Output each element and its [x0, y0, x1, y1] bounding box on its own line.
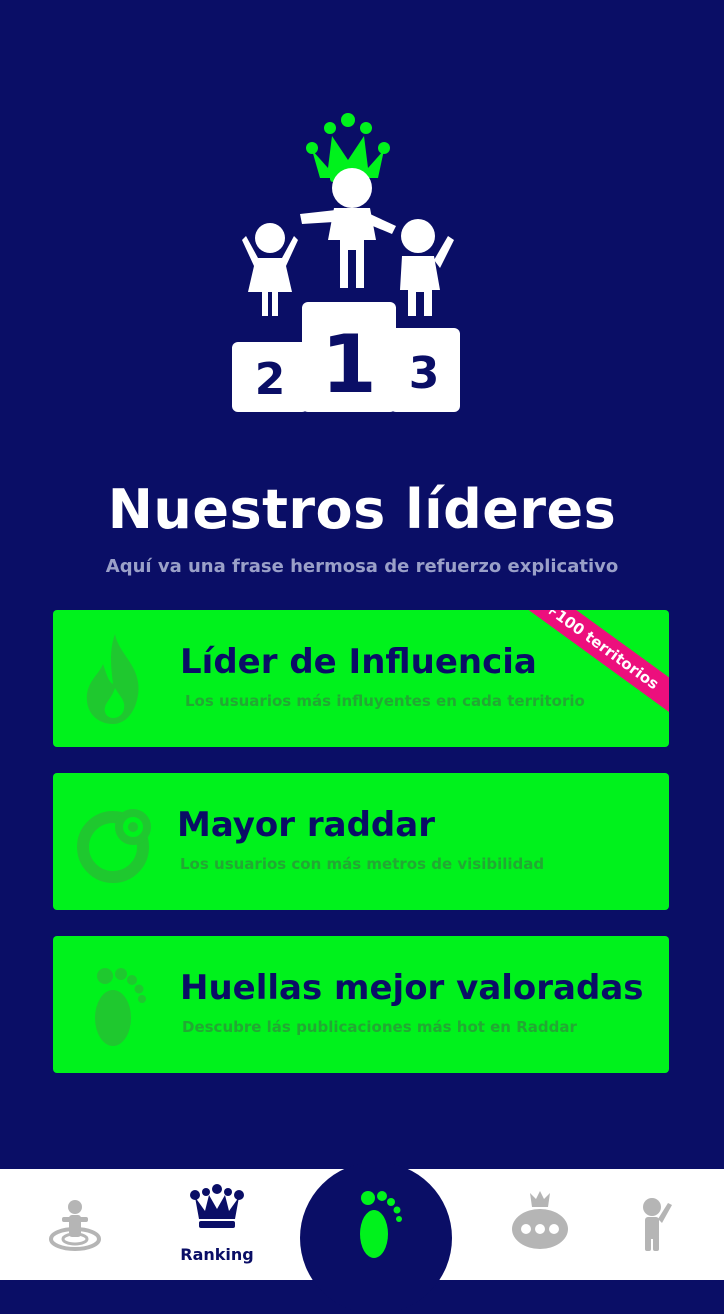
- third-place-figure: [400, 219, 454, 316]
- page-title: Nuestros líderes: [107, 478, 617, 541]
- card-title: Líder de Influencia: [180, 642, 537, 682]
- center-footprint-button[interactable]: [300, 1162, 452, 1314]
- footprint-icon: [360, 1191, 402, 1258]
- podium-number-2: 2: [255, 354, 286, 405]
- person-waving-icon: [643, 1198, 672, 1251]
- footprint-icon: [95, 968, 146, 1046]
- card-description: Los usuarios más influyentes en cada ter…: [185, 692, 585, 710]
- tab-radar[interactable]: [40, 1189, 110, 1259]
- card-description: Los usuarios con más metros de visibilid…: [180, 855, 545, 873]
- card-title: Mayor raddar: [177, 805, 435, 845]
- winner-figure: [300, 168, 396, 288]
- crown-icon: [190, 1184, 244, 1228]
- podium-number-1: 1: [321, 318, 377, 411]
- flame-icon: [86, 634, 139, 724]
- page-subtitle: Aquí va una frase hermosa de refuerzo ex…: [105, 556, 619, 577]
- card-title: Huellas mejor valoradas: [180, 968, 644, 1008]
- radar-icon: [77, 809, 151, 883]
- tab-ranking-label: Ranking: [180, 1245, 254, 1264]
- tab-profile[interactable]: [628, 1189, 680, 1259]
- card-huellas-valoradas[interactable]: Huellas mejor valoradas Descubre lás pub…: [53, 936, 669, 1073]
- person-radar-icon: [49, 1200, 101, 1251]
- podium-illustration: 2 1 3: [232, 113, 460, 412]
- card-description: Descubre lás publicaciones más hot en Ra…: [182, 1018, 577, 1036]
- tab-ranking[interactable]: Ranking: [175, 1183, 259, 1273]
- money-bag-icon: [512, 1191, 568, 1249]
- card-mayor-raddar[interactable]: Mayor raddar Los usuarios con más metros…: [53, 773, 669, 910]
- second-place-figure: [242, 223, 298, 316]
- card-lider-influencia[interactable]: Líder de Influencia Los usuarios más inf…: [53, 610, 669, 747]
- tab-wallet[interactable]: [500, 1187, 580, 1257]
- podium-number-3: 3: [409, 348, 440, 399]
